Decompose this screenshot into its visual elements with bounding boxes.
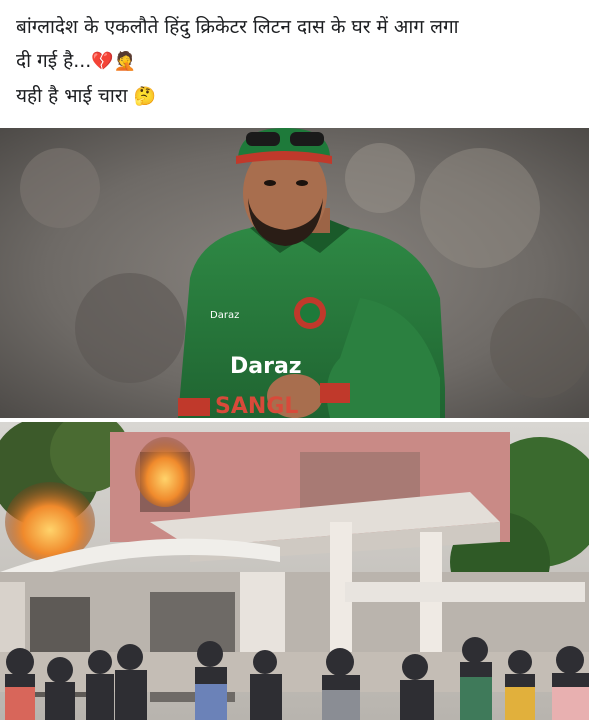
broken-heart-facepalm-icon: 💔🤦 [91,51,137,72]
caption-line-2-text: दी गई है... [16,50,92,72]
svg-text:Daraz: Daraz [230,354,302,379]
svg-text:Daraz: Daraz [210,310,239,321]
post-caption: बांग्लादेश के एकलौते हिंदु क्रिकेटर लिटन… [16,10,576,114]
caption-line-2: दी गई है...💔🤦 [16,44,576,79]
caption-line-1: बांग्लादेश के एकलौते हिंदु क्रिकेटर लिटन… [16,16,459,38]
caption-line-3: यही है भाई चारा 🤔 [16,79,576,114]
burning-house-photo[interactable] [0,422,589,720]
jersey-text: SANGL [215,394,298,418]
thinking-face-icon: 🤔 [133,86,156,107]
burning-house-illustration [0,422,589,720]
cricketer-photo[interactable]: Daraz Daraz SANGL [0,128,589,418]
cricketer-illustration: Daraz Daraz SANGL [0,128,589,418]
caption-line-3-text: यही है भाई चारा [16,85,128,107]
